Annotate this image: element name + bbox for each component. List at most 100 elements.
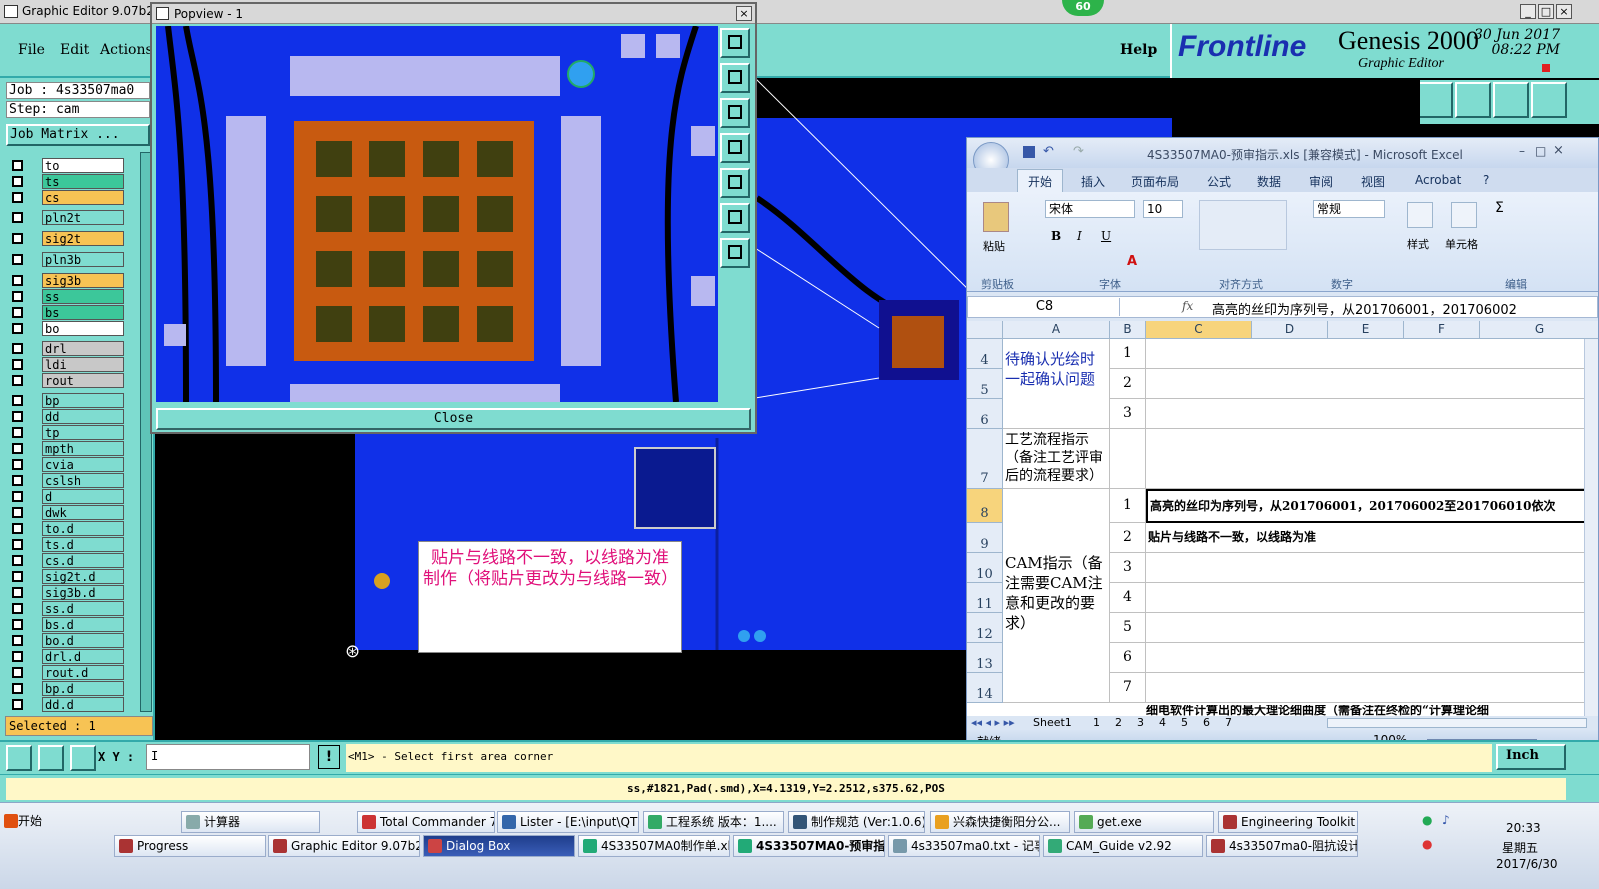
layer-row[interactable]: sig2t.d bbox=[8, 569, 126, 584]
layer-row[interactable]: dwk bbox=[8, 505, 126, 520]
layer-checkbox[interactable] bbox=[12, 307, 23, 318]
task-calculator[interactable]: 计算器 bbox=[181, 811, 320, 833]
layer-name[interactable]: to bbox=[42, 158, 124, 173]
task-total-commander[interactable]: Total Commander 7.0... bbox=[357, 811, 495, 833]
layer-row[interactable]: to bbox=[8, 158, 126, 173]
help-icon[interactable]: ? bbox=[1483, 173, 1489, 187]
font-name-select[interactable]: 宋体 bbox=[1045, 200, 1135, 218]
cell-a7-process[interactable]: 工艺流程指示（备注工艺评审后的流程要求） bbox=[1003, 429, 1110, 489]
cell-b9[interactable]: 2 bbox=[1110, 523, 1146, 553]
excel-close-button[interactable]: × bbox=[1553, 143, 1564, 158]
tab-formulas[interactable]: 公式 bbox=[1207, 173, 1231, 190]
cell-c11[interactable] bbox=[1146, 583, 1598, 613]
cell-b8[interactable]: 1 bbox=[1110, 489, 1146, 523]
layer-name[interactable]: tp bbox=[42, 425, 124, 440]
layer-row[interactable]: d bbox=[8, 489, 126, 504]
layer-row[interactable]: drl.d bbox=[8, 649, 126, 664]
task-lister[interactable]: Lister - [E:\input\QTP... bbox=[497, 811, 639, 833]
layer-row[interactable]: to.d bbox=[8, 521, 126, 536]
job-matrix-button[interactable]: Job Matrix ... bbox=[6, 124, 150, 146]
worksheet-grid[interactable]: A B C D E F G 4 5 6 7 8 9 10 11 12 13 14… bbox=[967, 321, 1598, 716]
col-header-c[interactable]: C bbox=[1146, 321, 1252, 339]
layer-checkbox[interactable] bbox=[12, 343, 23, 354]
cell-b12[interactable]: 5 bbox=[1110, 613, 1146, 643]
row-header-12[interactable]: 12 bbox=[967, 613, 1003, 643]
layer-row[interactable]: bo.d bbox=[8, 633, 126, 648]
task-spec[interactable]: 制作规范 (Ver:1.0.6) bbox=[788, 811, 925, 833]
layer-name[interactable]: sig3b bbox=[42, 273, 124, 288]
formula-input[interactable]: 高亮的丝印为序列号，从201706001，201706002 bbox=[1212, 299, 1517, 318]
grid-icon[interactable] bbox=[70, 745, 96, 771]
vertical-scrollbar[interactable] bbox=[1584, 339, 1598, 716]
layer-row[interactable]: bs bbox=[8, 305, 126, 320]
row-header-8[interactable]: 8 bbox=[967, 489, 1003, 523]
layer-checkbox[interactable] bbox=[12, 603, 23, 614]
row-header-5[interactable]: 5 bbox=[967, 369, 1003, 399]
cell-c5[interactable] bbox=[1146, 369, 1598, 399]
layer-row[interactable]: bs.d bbox=[8, 617, 126, 632]
task-engineering-toolkit[interactable]: Engineering Toolkit 9.... bbox=[1218, 811, 1358, 833]
cell-c8-selected[interactable]: 高亮的丝印为序列号，从201706001，201706002至201706010… bbox=[1146, 489, 1598, 523]
layer-name[interactable]: ldi bbox=[42, 357, 124, 372]
layer-row[interactable]: dd.d bbox=[8, 697, 126, 712]
layer-checkbox[interactable] bbox=[12, 667, 23, 678]
layer-checkbox[interactable] bbox=[12, 555, 23, 566]
layer-row[interactable]: rout bbox=[8, 373, 126, 388]
col-header-f[interactable]: F bbox=[1404, 321, 1480, 339]
popview-close-button[interactable]: Close bbox=[156, 408, 751, 430]
layer-checkbox[interactable] bbox=[12, 491, 23, 502]
layer-name[interactable]: ts bbox=[42, 174, 124, 189]
layer-name[interactable]: dd bbox=[42, 409, 124, 424]
cell-b5[interactable]: 2 bbox=[1110, 369, 1146, 399]
layer-name[interactable]: ss bbox=[42, 289, 124, 304]
task-dialog-box[interactable]: Dialog Box bbox=[423, 835, 575, 857]
sheet-tab-4[interactable]: 4 bbox=[1159, 716, 1166, 729]
layer-name[interactable]: d bbox=[42, 489, 124, 504]
popview-close-x[interactable]: × bbox=[736, 6, 752, 21]
cell-c15-partial[interactable]: 细电软件计算出的最大理论细曲度（需备注在终检的“计算理论细 bbox=[1146, 705, 1598, 716]
tab-insert[interactable]: 插入 bbox=[1081, 173, 1105, 190]
layer-row[interactable]: sig3b bbox=[8, 273, 126, 288]
layer-name[interactable]: sig2t.d bbox=[42, 569, 124, 584]
sheet-tab-2[interactable]: 2 bbox=[1115, 716, 1122, 729]
layer-name[interactable]: bp bbox=[42, 393, 124, 408]
layer-name[interactable]: bp.d bbox=[42, 681, 124, 696]
task-excel-review[interactable]: 4S33507MA0-预审指... bbox=[733, 835, 885, 857]
row-header-13[interactable]: 13 bbox=[967, 643, 1003, 673]
layer-checkbox[interactable] bbox=[12, 619, 23, 630]
col-header-d[interactable]: D bbox=[1252, 321, 1328, 339]
layer-checkbox[interactable] bbox=[12, 291, 23, 302]
cell-b13[interactable]: 6 bbox=[1110, 643, 1146, 673]
task-graphic-editor[interactable]: Graphic Editor 9.07b2 (0... bbox=[268, 835, 420, 857]
task-impedance[interactable]: 4s33507ma0-阻抗设计(... bbox=[1206, 835, 1358, 857]
layer-checkbox[interactable] bbox=[12, 192, 23, 203]
maximize-button[interactable]: □ bbox=[1538, 4, 1554, 19]
layer-name[interactable]: ss.d bbox=[42, 601, 124, 616]
tray-security-icon[interactable]: ● bbox=[1422, 837, 1432, 851]
xy-input[interactable]: I bbox=[146, 744, 310, 770]
layer-checkbox[interactable] bbox=[12, 359, 23, 370]
cell-c9[interactable]: 贴片与线路不一致，以线路为准 bbox=[1146, 523, 1598, 553]
close-window-button[interactable]: × bbox=[1556, 4, 1572, 19]
zoom-back-icon[interactable] bbox=[1455, 82, 1491, 118]
sheet-tab-sheet1[interactable]: Sheet1 bbox=[1033, 716, 1072, 729]
cell-a4-pending[interactable]: 待确认光绘时一起确认问题 bbox=[1003, 339, 1110, 429]
layer-name[interactable]: dd.d bbox=[42, 697, 124, 712]
fx-icon[interactable]: fx bbox=[1182, 299, 1193, 313]
col-header-b[interactable]: B bbox=[1110, 321, 1146, 339]
pop-left-icon[interactable] bbox=[720, 133, 750, 163]
layer-row[interactable]: cvia bbox=[8, 457, 126, 472]
col-header-e[interactable]: E bbox=[1328, 321, 1404, 339]
horizontal-scrollbar[interactable] bbox=[1327, 718, 1587, 728]
pop-zoom-out-icon[interactable] bbox=[720, 238, 750, 268]
units-button[interactable]: Inch bbox=[1496, 744, 1566, 770]
layer-checkbox[interactable] bbox=[12, 212, 23, 223]
col-header-g[interactable]: G bbox=[1480, 321, 1598, 339]
layer-row[interactable]: drl bbox=[8, 341, 126, 356]
cell-c4[interactable] bbox=[1146, 339, 1598, 369]
cell-c6[interactable] bbox=[1146, 399, 1598, 429]
task-cam-guide[interactable]: CAM_Guide v2.92 bbox=[1043, 835, 1203, 857]
layer-checkbox[interactable] bbox=[12, 651, 23, 662]
tab-view[interactable]: 视图 bbox=[1361, 173, 1385, 190]
layer-row[interactable]: ldi bbox=[8, 357, 126, 372]
